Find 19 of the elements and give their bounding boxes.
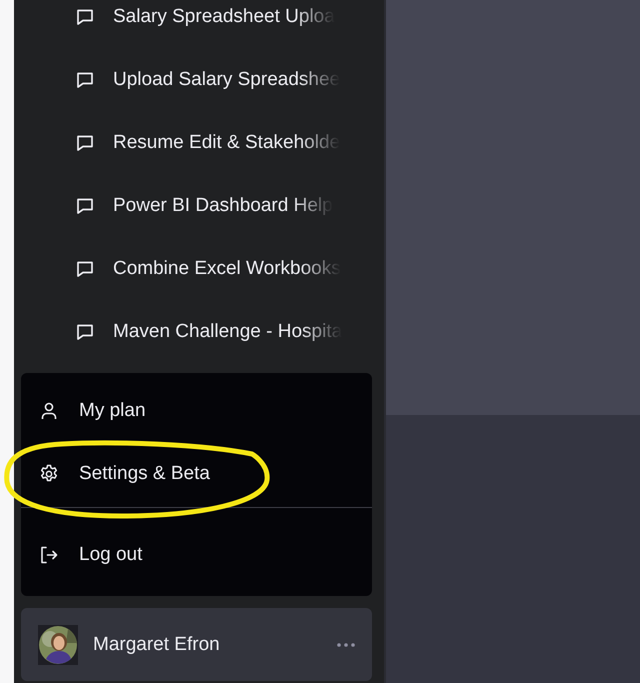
menu-item[interactable]: Settings & Beta [21, 442, 372, 505]
chat-bubble-icon [75, 258, 95, 278]
logout-icon [39, 544, 59, 564]
more-icon[interactable] [337, 642, 355, 646]
user-name: Margaret Efron [93, 634, 221, 656]
chat-bubble-icon [75, 70, 95, 90]
user-account-button[interactable]: Margaret Efron [21, 608, 372, 681]
chat-bubble-icon [75, 132, 95, 152]
menu-item[interactable]: Log out [21, 523, 372, 586]
chat-title: Power BI Dashboard Help [113, 194, 333, 216]
person-icon [39, 400, 59, 420]
chat-bubble-icon [75, 322, 95, 342]
chat-item[interactable]: Power BI Dashboard Help [14, 174, 384, 237]
chat-bubble-icon [75, 6, 95, 26]
chat-title: Combine Excel Workbooks [113, 258, 341, 280]
chat-item[interactable]: Combine Excel Workbooks [14, 237, 384, 300]
settings-icon [39, 464, 59, 484]
chat-bubble-icon [75, 196, 95, 216]
menu-item[interactable]: My plan [21, 379, 372, 442]
